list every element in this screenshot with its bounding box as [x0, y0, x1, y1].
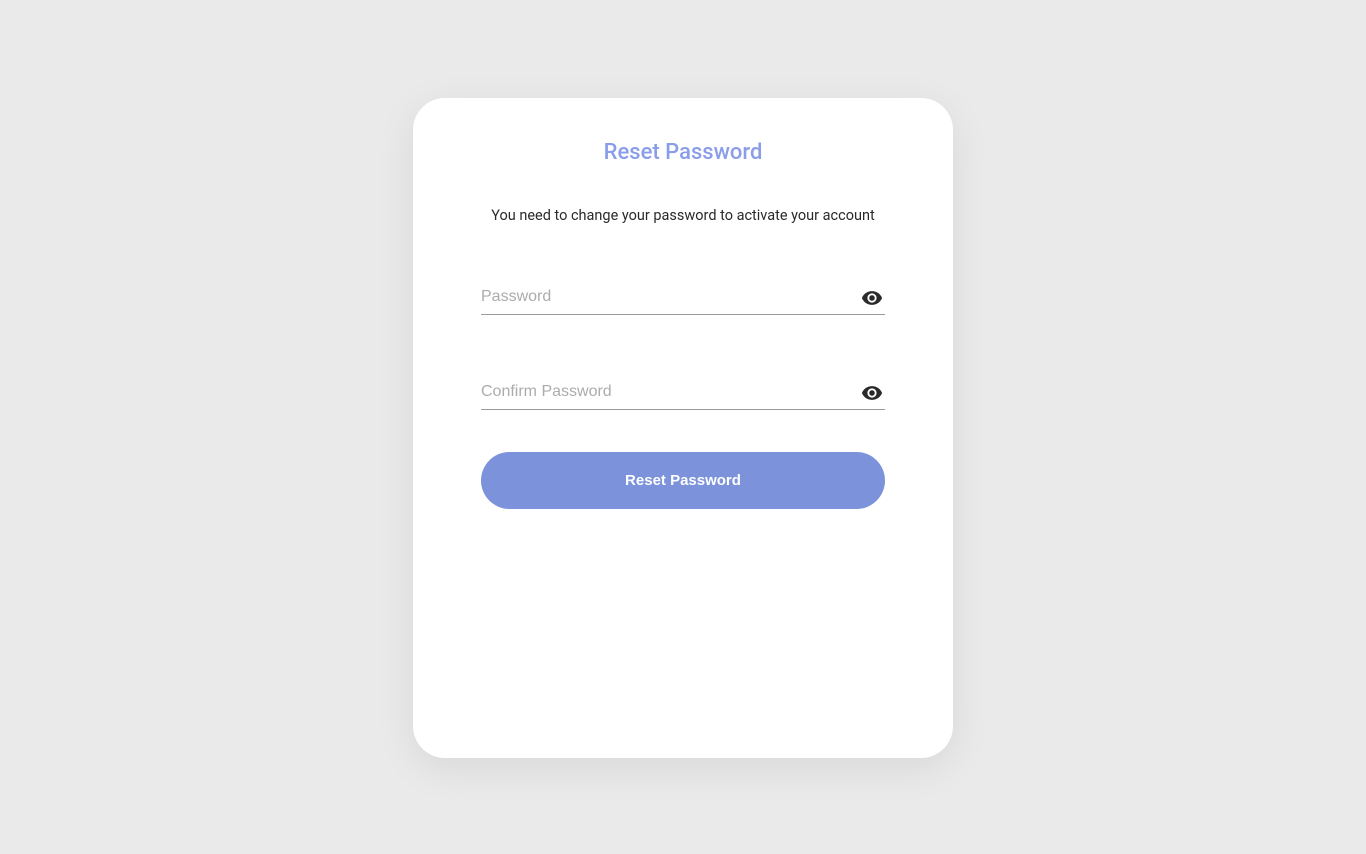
page-title: Reset Password: [481, 140, 885, 165]
reset-password-card: Reset Password You need to change your p…: [413, 98, 953, 758]
eye-icon: [861, 287, 883, 309]
confirm-password-input[interactable]: [481, 375, 885, 410]
password-input[interactable]: [481, 280, 885, 315]
toggle-confirm-password-visibility-icon[interactable]: [861, 382, 883, 404]
reset-password-button[interactable]: Reset Password: [481, 452, 885, 509]
eye-icon: [861, 382, 883, 404]
password-input-group: [481, 280, 885, 315]
confirm-password-input-group: [481, 375, 885, 410]
page-subtitle: You need to change your password to acti…: [481, 207, 885, 224]
toggle-password-visibility-icon[interactable]: [861, 287, 883, 309]
